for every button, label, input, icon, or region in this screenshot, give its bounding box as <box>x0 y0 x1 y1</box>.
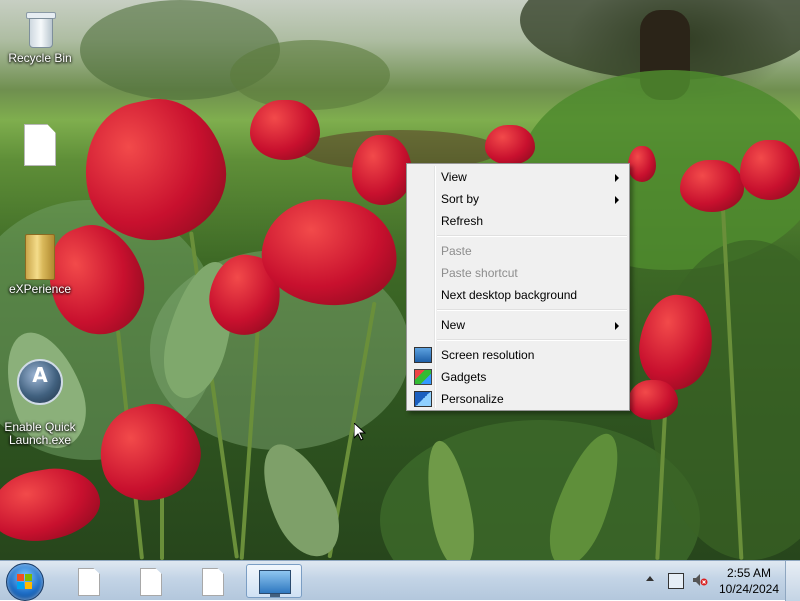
clock-date: 10/24/2024 <box>718 582 780 596</box>
tulip <box>680 160 744 212</box>
menu-item-sort-by[interactable]: Sort by <box>409 188 627 210</box>
desktop-icon-label: Enable Quick Launch.exe <box>4 420 76 447</box>
menu-item-next-desktop-background[interactable]: Next desktop background <box>409 284 627 306</box>
desktop-context-menu: View Sort by Refresh Paste Paste shortcu… <box>406 163 630 411</box>
quick-launch-icon <box>17 359 63 405</box>
wallpaper <box>0 0 800 560</box>
desktop[interactable]: Recycle Bin eXPerience Enable Quick Laun… <box>0 0 800 560</box>
display-settings-icon <box>259 570 291 597</box>
menu-separator <box>437 339 627 341</box>
menu-item-label: New <box>441 318 466 332</box>
volume-muted-icon[interactable] <box>692 573 708 587</box>
tulip <box>0 460 106 550</box>
document-icon <box>140 568 162 596</box>
menu-item-label: View <box>441 170 467 184</box>
menu-item-label: Paste shortcut <box>441 266 518 280</box>
menu-item-label: Paste <box>441 244 472 258</box>
windows-logo-icon <box>17 574 33 590</box>
document-icon <box>202 568 224 596</box>
personalize-icon <box>414 391 432 407</box>
tulip <box>485 125 535 165</box>
desktop-icon-label: Recycle Bin <box>8 51 72 65</box>
menu-item-label: Gadgets <box>441 370 487 384</box>
clock-time: 2:55 AM <box>726 566 772 580</box>
show-hidden-icons-arrow[interactable] <box>646 576 654 581</box>
document-icon <box>78 568 100 596</box>
submenu-arrow-icon <box>615 322 619 330</box>
menu-item-label: Screen resolution <box>441 348 535 362</box>
menu-item-paste[interactable]: Paste <box>409 240 627 262</box>
folder-icon <box>25 234 55 280</box>
taskbar-button-document-3[interactable] <box>184 564 240 598</box>
mouse-cursor-icon <box>354 423 366 441</box>
taskbar-button-document-1[interactable] <box>60 564 116 598</box>
tulip <box>250 100 320 160</box>
taskbar: 2:55 AM 10/24/2024 <box>0 560 800 601</box>
submenu-arrow-icon <box>615 196 619 204</box>
menu-separator <box>437 309 627 311</box>
tulip <box>628 146 656 182</box>
start-button[interactable] <box>6 563 44 601</box>
menu-item-screen-resolution[interactable]: Screen resolution <box>409 344 627 366</box>
menu-item-view[interactable]: View <box>409 166 627 188</box>
monitor-icon <box>414 347 432 363</box>
menu-item-label: Refresh <box>441 214 484 228</box>
recycle-bin-icon <box>25 8 56 48</box>
submenu-arrow-icon <box>615 174 619 182</box>
taskbar-button-document-2[interactable] <box>122 564 178 598</box>
menu-item-gadgets[interactable]: Gadgets <box>409 366 627 388</box>
desktop-icon-document[interactable] <box>0 124 80 166</box>
menu-item-new[interactable]: New <box>409 314 627 336</box>
desktop-icon-label: eXPerience <box>8 282 72 296</box>
show-desktop-button[interactable] <box>785 561 800 601</box>
desktop-icon-enable-quick-launch[interactable]: Enable Quick Launch.exe <box>0 346 80 460</box>
document-icon <box>24 124 56 166</box>
menu-item-personalize[interactable]: Personalize <box>409 388 627 410</box>
menu-separator <box>437 235 627 237</box>
menu-item-paste-shortcut[interactable]: Paste shortcut <box>409 262 627 284</box>
system-clock[interactable]: 2:55 AM 10/24/2024 <box>714 565 784 597</box>
tulip <box>740 140 800 200</box>
network-icon[interactable] <box>668 573 684 589</box>
menu-item-label: Next desktop background <box>441 288 578 302</box>
tulip <box>628 380 678 420</box>
menu-item-refresh[interactable]: Refresh <box>409 210 627 232</box>
gadgets-icon <box>414 369 432 385</box>
taskbar-button-display-settings[interactable] <box>246 564 302 598</box>
desktop-icon-experience[interactable]: eXPerience <box>0 234 80 296</box>
menu-item-label: Sort by <box>441 192 480 206</box>
menu-item-label: Personalize <box>441 392 504 406</box>
desktop-icon-recycle-bin[interactable]: Recycle Bin <box>0 8 80 65</box>
tulip <box>352 135 412 205</box>
